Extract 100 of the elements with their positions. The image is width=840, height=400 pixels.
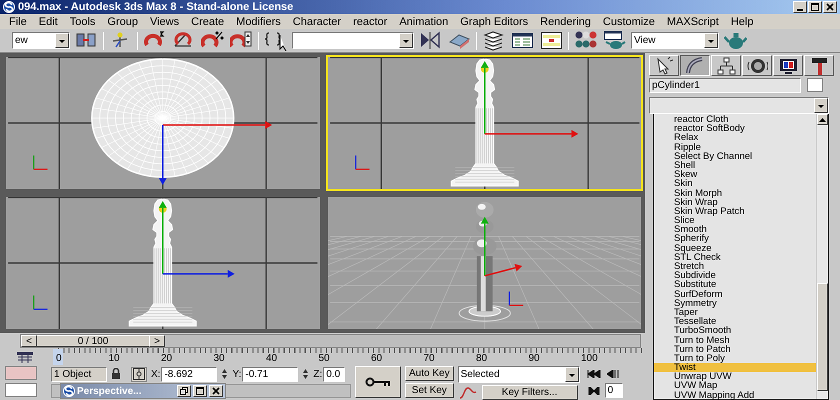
scrollbar[interactable]	[816, 114, 828, 399]
track-bar-ruler[interactable]: 0 10 20 30 40 50 60 70 80 90 100	[50, 348, 645, 366]
menu-item[interactable]: Graph Editors	[460, 16, 528, 28]
list-item[interactable]: SurfDeform	[654, 290, 816, 299]
time-slider-thumb[interactable]: 0 / 100	[37, 335, 149, 347]
list-item[interactable]: UVW Map	[654, 381, 816, 391]
key-filters-button[interactable]: Key Filters...	[482, 385, 578, 400]
close-icon	[212, 387, 220, 395]
lock-icon[interactable]	[111, 368, 121, 380]
key-tangent-icon[interactable]	[458, 386, 478, 400]
close-button[interactable]	[823, 1, 837, 13]
list-item[interactable]: Tessellate	[654, 317, 816, 326]
menu-item[interactable]: Edit	[38, 16, 58, 28]
menu-item[interactable]: MAXScript	[666, 16, 719, 28]
list-item[interactable]: Skew	[654, 170, 816, 180]
arc-icon	[684, 56, 706, 76]
next-frame-button[interactable]: >	[149, 335, 165, 347]
render-type-dropdown[interactable]: View	[631, 32, 719, 49]
set-key-button[interactable]	[355, 366, 401, 398]
list-item[interactable]: Turn to Patch	[654, 344, 816, 354]
menu-item[interactable]: Group	[107, 16, 138, 28]
curve-editor-icon	[511, 30, 534, 51]
list-item[interactable]: Symmetry	[654, 298, 816, 308]
list-item[interactable]: Skin	[654, 179, 816, 188]
list-item[interactable]: Squeeze	[654, 244, 816, 253]
object-name-field[interactable]: pCylinder1	[649, 78, 801, 93]
list-item[interactable]: Spherify	[654, 234, 816, 244]
coordinate-field[interactable]: -0.71	[242, 366, 298, 382]
selection-filter-dropdown[interactable]: ew	[12, 32, 70, 49]
scroll-up-button[interactable]	[817, 114, 828, 125]
menu-item[interactable]: Help	[730, 16, 754, 28]
list-item[interactable]: Ripple	[654, 142, 816, 152]
scrollbar-thumb[interactable]	[817, 283, 828, 391]
modifier-list-dropdown[interactable]	[649, 97, 829, 114]
list-item[interactable]: Smooth	[654, 225, 816, 234]
menu-item[interactable]: reactor	[353, 16, 388, 28]
app-logo-icon	[63, 385, 75, 397]
tick-label: 60	[371, 353, 382, 364]
tick-label: 80	[476, 353, 488, 364]
list-item[interactable]: Turn to Poly	[654, 354, 816, 364]
menu-item[interactable]: Views	[150, 16, 180, 28]
tick-label: 100	[581, 353, 598, 364]
viewport[interactable]	[326, 195, 643, 331]
minimize-button[interactable]	[793, 1, 807, 13]
edit-named-selection-icon	[264, 30, 287, 51]
restore-button[interactable]	[177, 385, 191, 397]
list-item[interactable]: reactor SoftBody	[654, 124, 816, 134]
list-item[interactable]: Stretch	[654, 262, 816, 272]
maximize-button[interactable]	[193, 385, 207, 397]
list-item[interactable]: Relax	[654, 133, 816, 143]
set-key-text-button[interactable]: Set Key	[405, 383, 454, 398]
menu-item[interactable]: Rendering	[540, 16, 591, 28]
list-item[interactable]: Skin Wrap Patch	[654, 206, 816, 216]
list-item[interactable]: UVW Mapping Add	[654, 390, 816, 400]
list-item[interactable]: Slice	[654, 216, 816, 226]
tick-label: 40	[266, 353, 278, 364]
list-item[interactable]: Shell	[654, 160, 816, 170]
list-item[interactable]: Subdivide	[654, 271, 816, 280]
list-item[interactable]: reactor Cloth	[654, 115, 816, 124]
render-scene-teapot-button[interactable]	[602, 30, 627, 52]
tick-label: 10	[108, 353, 120, 364]
named-selection-dropdown[interactable]	[292, 32, 414, 49]
key-mode-dropdown[interactable]: Selected	[458, 366, 580, 383]
menu-item[interactable]: Modifiers	[236, 16, 281, 28]
axis-tripod-icon	[354, 156, 369, 170]
edit-named-selection-button[interactable]	[263, 30, 288, 52]
list-item[interactable]: STL Check	[654, 252, 816, 262]
auto-key-button[interactable]: Auto Key	[405, 366, 454, 381]
coordinate-field[interactable]: -8.692	[161, 366, 218, 382]
spinner-arrows-icon[interactable]	[302, 368, 310, 380]
time-slider-track[interactable]: < 0 / 100 >	[20, 334, 641, 348]
menu-item[interactable]: Character	[292, 16, 342, 28]
tick-label: 70	[424, 353, 435, 364]
list-item[interactable]: Twist	[654, 363, 816, 372]
list-item[interactable]: Turn to Mesh	[654, 336, 816, 345]
schematic-view-button[interactable]	[539, 30, 564, 52]
layers-button[interactable]	[481, 30, 506, 52]
list-item[interactable]: Substitute	[654, 280, 816, 290]
list-item[interactable]: Skin Wrap	[654, 198, 816, 207]
list-item[interactable]: Select By Channel	[654, 152, 816, 161]
absolute-mode-button[interactable]	[131, 366, 147, 382]
coordinate-field[interactable]: 0.0	[323, 366, 346, 382]
maximize-button[interactable]	[808, 1, 822, 13]
menu-item[interactable]: Create	[191, 16, 224, 28]
menu-item[interactable]: Tools	[70, 16, 96, 28]
list-item[interactable]: TurboSmooth	[654, 326, 816, 336]
command-panel-tab[interactable]	[680, 55, 710, 76]
menu-item[interactable]: Customize	[602, 16, 655, 28]
close-button[interactable]	[209, 385, 223, 397]
list-item[interactable]: Unwrap UVW	[654, 372, 816, 382]
tick-label: 90	[528, 353, 540, 364]
current-frame-field[interactable]: 0	[604, 383, 623, 398]
previous-frame-button[interactable]: <	[21, 335, 37, 347]
spinner-arrows-icon[interactable]	[221, 368, 228, 380]
list-item[interactable]: Skin Morph	[654, 188, 816, 198]
list-item[interactable]: Taper	[654, 308, 816, 318]
key-mode-icon	[588, 386, 600, 394]
menu-item[interactable]: Animation	[399, 16, 448, 28]
object-color-swatch[interactable]	[807, 78, 823, 92]
menu-item[interactable]: File	[9, 16, 27, 28]
